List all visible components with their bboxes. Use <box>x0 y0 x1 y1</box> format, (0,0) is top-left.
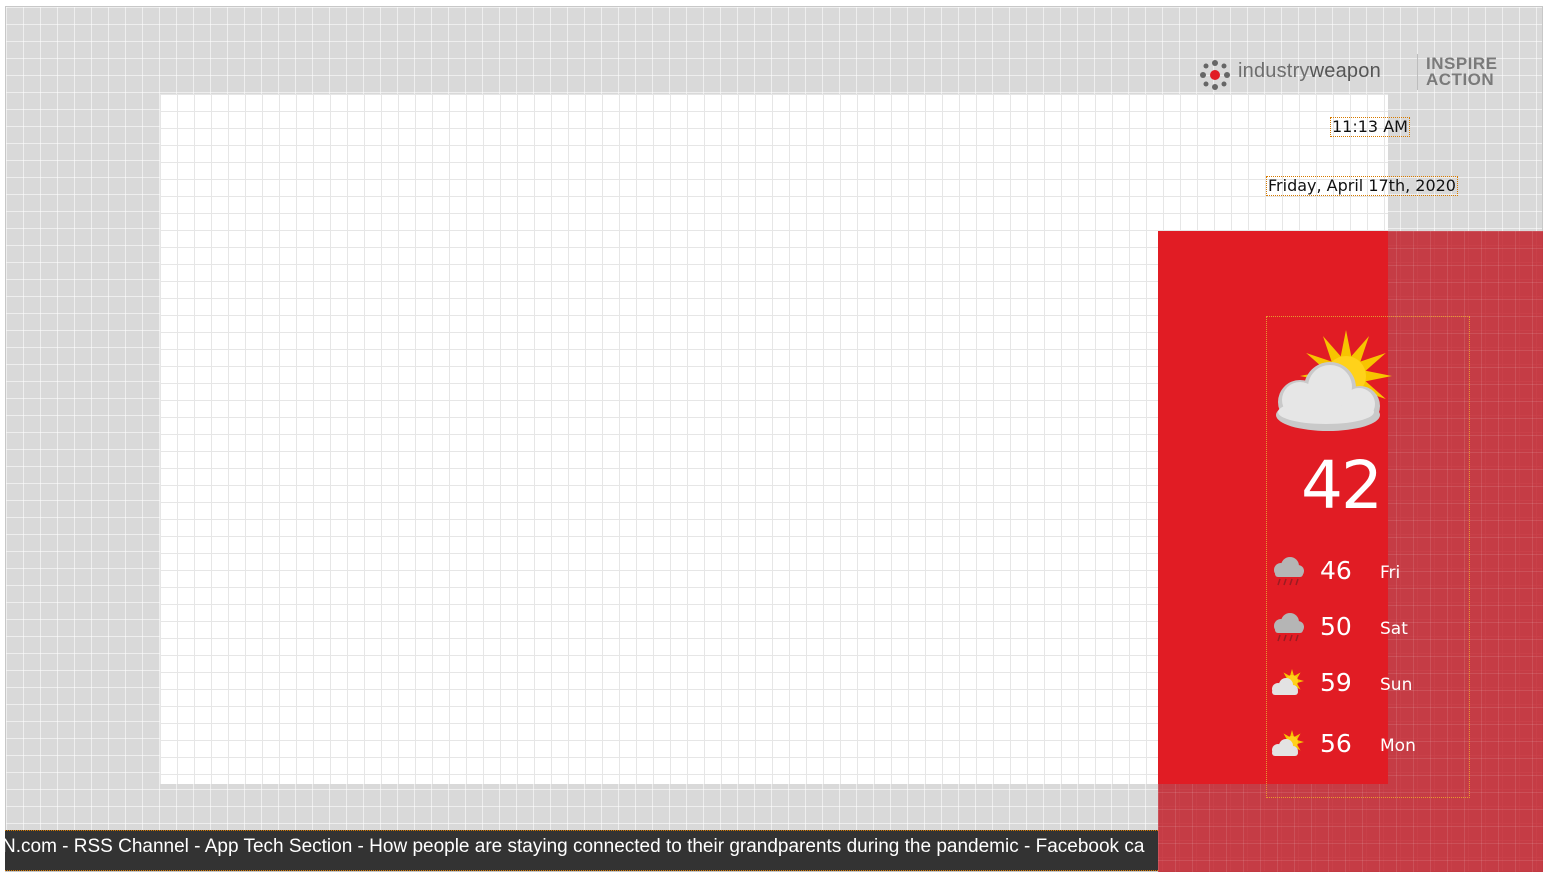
forecast-temp: 56 <box>1320 729 1352 758</box>
forecast-day: Mon <box>1380 736 1416 756</box>
forecast-row: 50 Sat <box>1268 608 1468 648</box>
forecast-day: Sat <box>1380 619 1408 639</box>
forecast-temp: 46 <box>1320 556 1352 585</box>
partly-sunny-cloud-icon <box>1276 330 1392 431</box>
forecast-temp: 50 <box>1320 612 1352 641</box>
rss-ticker[interactable]: N.com - RSS Channel - App Tech Section -… <box>5 830 1158 871</box>
partly-sunny-icon <box>1272 669 1304 695</box>
forecast-row: 56 Mon <box>1268 725 1468 765</box>
brand-tagline: INSPIRE ACTION <box>1426 55 1498 89</box>
forecast-temp: 59 <box>1320 668 1352 697</box>
brand-name-light: industry <box>1238 60 1310 82</box>
forecast-row: 59 Sun <box>1268 664 1468 704</box>
brand-logo: industryweapon INSPIRE ACTION <box>1198 54 1508 94</box>
partly-sunny-icon <box>1272 730 1304 756</box>
tagline-line-2: ACTION <box>1426 70 1495 89</box>
rain-cloud-icon <box>1274 557 1304 586</box>
brand-name-bold: weapon <box>1309 60 1381 82</box>
clock-time[interactable]: 11:13 AM <box>1330 117 1410 137</box>
forecast-day: Sun <box>1380 675 1413 695</box>
forecast-row: 46 Fri <box>1268 552 1468 592</box>
brand-name: industryweapon <box>1238 60 1381 83</box>
current-temperature: 42 <box>1301 447 1383 524</box>
forecast-day: Fri <box>1380 563 1401 583</box>
rain-cloud-icon <box>1274 613 1304 642</box>
rss-ticker-text: N.com - RSS Channel - App Tech Section -… <box>5 836 1145 857</box>
industryweapon-logo-icon <box>1200 60 1230 90</box>
logo-divider <box>1417 54 1418 90</box>
clock-date[interactable]: Friday, April 17th, 2020 <box>1266 176 1458 196</box>
